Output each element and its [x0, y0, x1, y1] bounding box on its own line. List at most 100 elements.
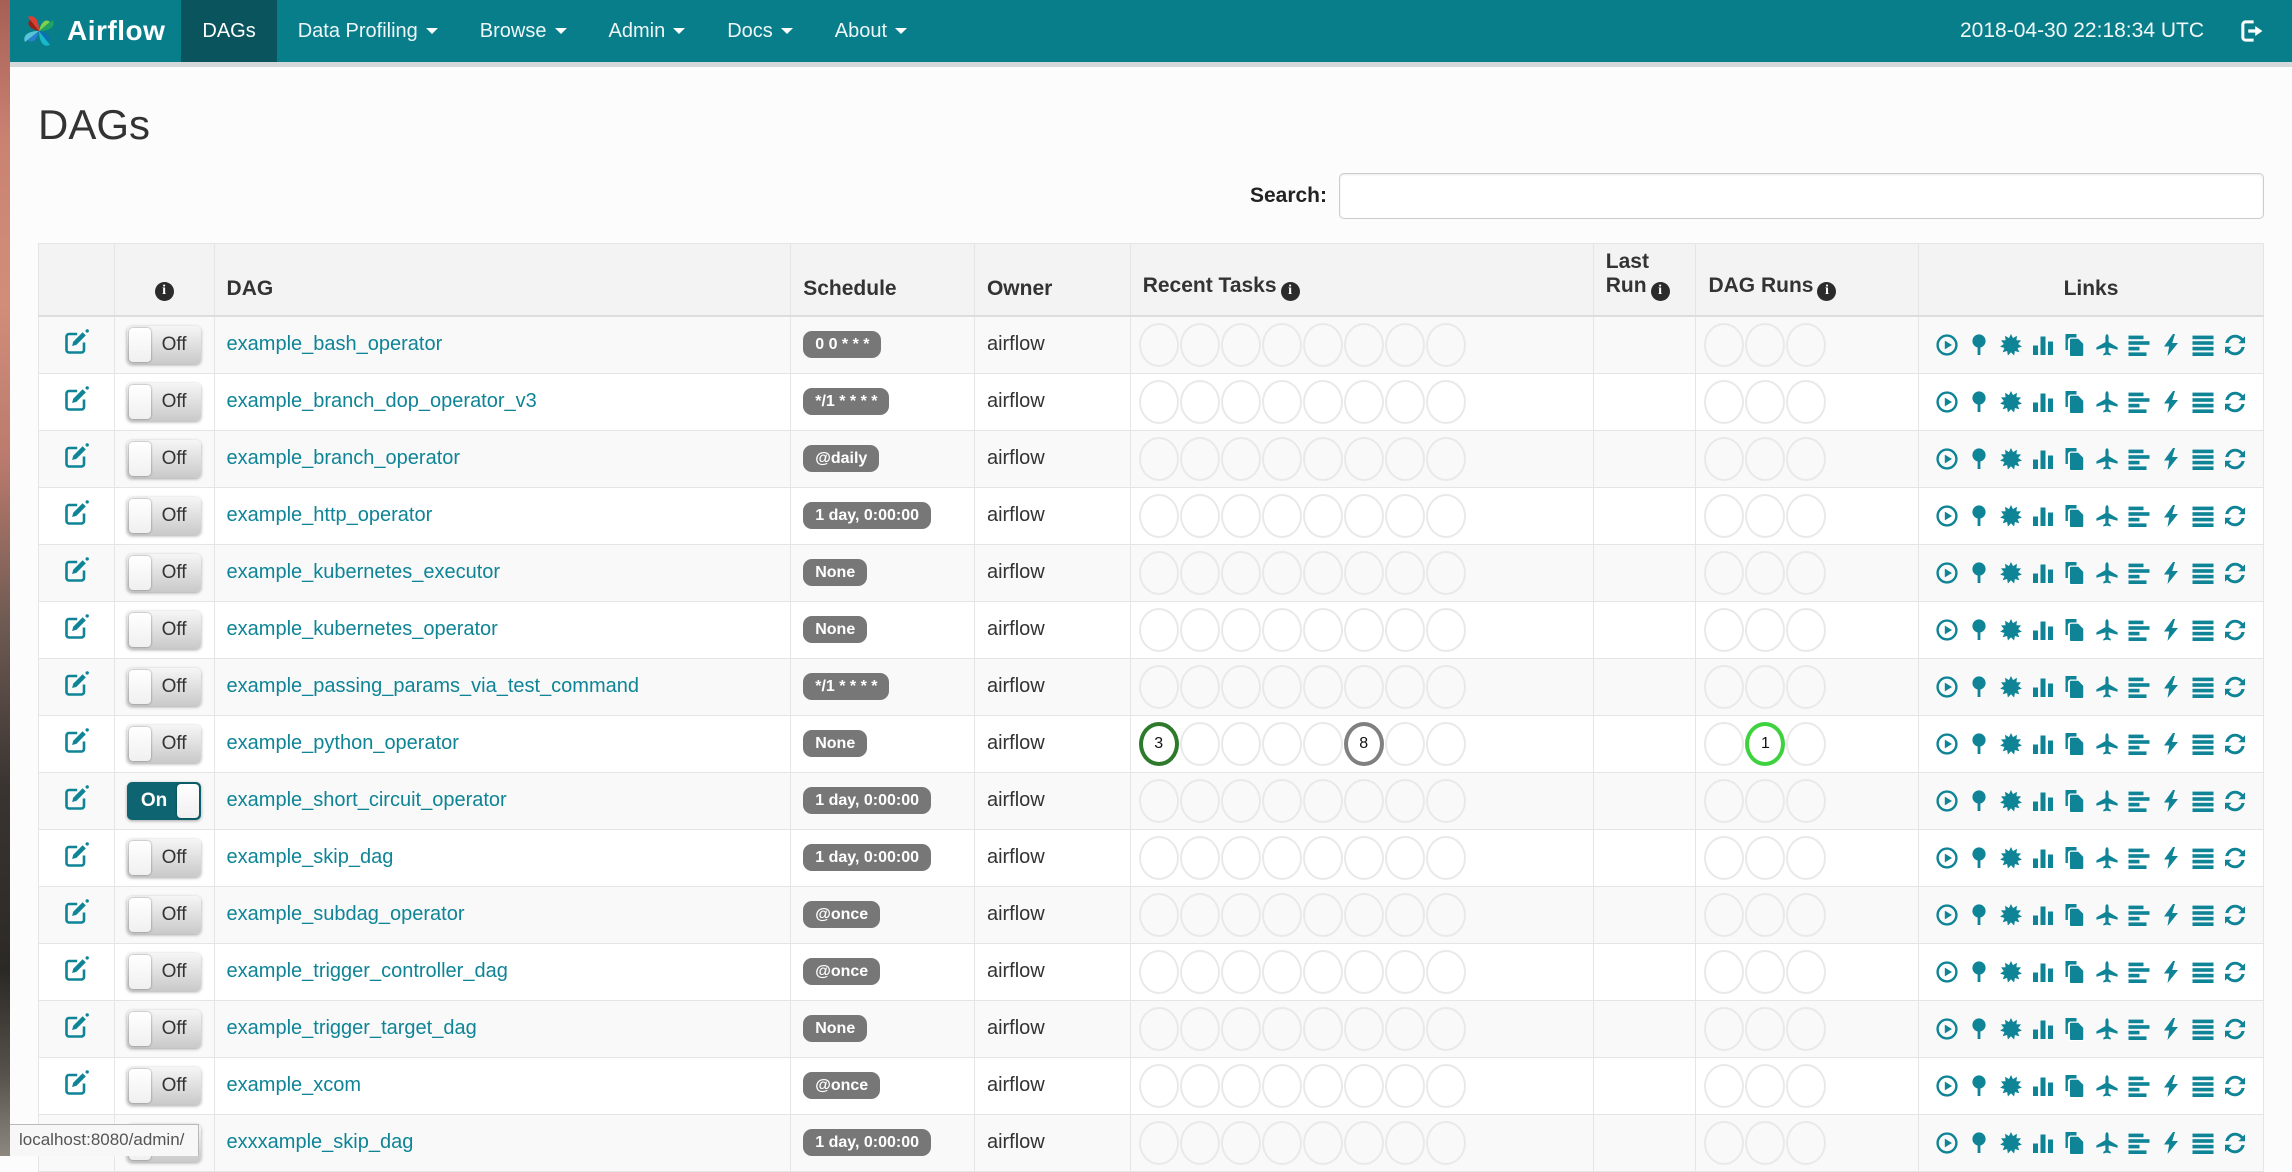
tree-view-icon[interactable] — [1967, 732, 1991, 756]
task-duration-icon[interactable] — [2031, 732, 2055, 756]
tree-view-icon[interactable] — [1967, 447, 1991, 471]
task-duration-icon[interactable] — [2031, 1074, 2055, 1098]
graph-view-icon[interactable] — [1999, 903, 2023, 927]
dag-pause-toggle[interactable]: Off — [127, 953, 201, 991]
graph-view-icon[interactable] — [1999, 333, 2023, 357]
task-duration-icon[interactable] — [2031, 447, 2055, 471]
dag-link[interactable]: example_python_operator — [227, 732, 459, 754]
gantt-icon[interactable] — [2127, 1074, 2151, 1098]
dag-pause-toggle[interactable]: Off — [127, 1010, 201, 1048]
dag-pause-toggle[interactable]: Off — [127, 497, 201, 535]
task-duration-icon[interactable] — [2031, 561, 2055, 585]
code-view-icon[interactable] — [2159, 846, 2183, 870]
logs-icon[interactable] — [2191, 846, 2215, 870]
code-view-icon[interactable] — [2159, 675, 2183, 699]
landing-times-icon[interactable] — [2095, 846, 2119, 870]
dag-run-circle[interactable]: 1 — [1745, 722, 1785, 766]
task-tries-icon[interactable] — [2063, 1017, 2087, 1041]
dag-link[interactable]: example_kubernetes_executor — [227, 561, 501, 583]
landing-times-icon[interactable] — [2095, 333, 2119, 357]
edit-dag-icon[interactable] — [63, 956, 89, 982]
logs-icon[interactable] — [2191, 447, 2215, 471]
landing-times-icon[interactable] — [2095, 1017, 2119, 1041]
edit-dag-icon[interactable] — [63, 386, 89, 412]
gantt-icon[interactable] — [2127, 504, 2151, 528]
task-duration-icon[interactable] — [2031, 618, 2055, 642]
task-tries-icon[interactable] — [2063, 903, 2087, 927]
tree-view-icon[interactable] — [1967, 561, 1991, 585]
trigger-dag-icon[interactable] — [1935, 960, 1959, 984]
landing-times-icon[interactable] — [2095, 1074, 2119, 1098]
tree-view-icon[interactable] — [1967, 675, 1991, 699]
landing-times-icon[interactable] — [2095, 1131, 2119, 1155]
graph-view-icon[interactable] — [1999, 561, 2023, 585]
task-duration-icon[interactable] — [2031, 1017, 2055, 1041]
gantt-icon[interactable] — [2127, 846, 2151, 870]
task-instance-circle[interactable]: 8 — [1344, 722, 1384, 766]
code-view-icon[interactable] — [2159, 561, 2183, 585]
task-tries-icon[interactable] — [2063, 333, 2087, 357]
nav-item-docs[interactable]: Docs — [706, 0, 814, 62]
refresh-icon[interactable] — [2223, 504, 2247, 528]
edit-dag-icon[interactable] — [63, 785, 89, 811]
refresh-icon[interactable] — [2223, 1131, 2247, 1155]
code-view-icon[interactable] — [2159, 447, 2183, 471]
landing-times-icon[interactable] — [2095, 618, 2119, 642]
trigger-dag-icon[interactable] — [1935, 1017, 1959, 1041]
landing-times-icon[interactable] — [2095, 732, 2119, 756]
dag-pause-toggle[interactable]: Off — [127, 383, 201, 421]
landing-times-icon[interactable] — [2095, 390, 2119, 414]
graph-view-icon[interactable] — [1999, 1074, 2023, 1098]
trigger-dag-icon[interactable] — [1935, 390, 1959, 414]
gantt-icon[interactable] — [2127, 447, 2151, 471]
trigger-dag-icon[interactable] — [1935, 789, 1959, 813]
dag-pause-toggle[interactable]: Off — [127, 440, 201, 478]
trigger-dag-icon[interactable] — [1935, 333, 1959, 357]
nav-item-dags[interactable]: DAGs — [181, 0, 276, 62]
dag-link[interactable]: example_xcom — [227, 1074, 362, 1096]
graph-view-icon[interactable] — [1999, 789, 2023, 813]
refresh-icon[interactable] — [2223, 618, 2247, 642]
task-tries-icon[interactable] — [2063, 789, 2087, 813]
dag-pause-toggle[interactable]: Off — [127, 611, 201, 649]
dag-pause-toggle[interactable]: Off — [127, 668, 201, 706]
dag-pause-toggle[interactable]: Off — [127, 725, 201, 763]
tree-view-icon[interactable] — [1967, 960, 1991, 984]
refresh-icon[interactable] — [2223, 333, 2247, 357]
trigger-dag-icon[interactable] — [1935, 618, 1959, 642]
nav-item-browse[interactable]: Browse — [459, 0, 588, 62]
refresh-icon[interactable] — [2223, 675, 2247, 699]
tree-view-icon[interactable] — [1967, 789, 1991, 813]
dag-link[interactable]: example_trigger_target_dag — [227, 1017, 477, 1039]
gantt-icon[interactable] — [2127, 333, 2151, 357]
tree-view-icon[interactable] — [1967, 333, 1991, 357]
dag-link[interactable]: example_bash_operator — [227, 333, 443, 355]
brand-home-link[interactable]: Airflow — [10, 0, 181, 62]
tree-view-icon[interactable] — [1967, 1131, 1991, 1155]
dag-link[interactable]: example_branch_operator — [227, 447, 461, 469]
dag-link[interactable]: exxxample_skip_dag — [227, 1131, 414, 1153]
code-view-icon[interactable] — [2159, 333, 2183, 357]
refresh-icon[interactable] — [2223, 732, 2247, 756]
task-duration-icon[interactable] — [2031, 333, 2055, 357]
gantt-icon[interactable] — [2127, 1017, 2151, 1041]
task-duration-icon[interactable] — [2031, 675, 2055, 699]
tree-view-icon[interactable] — [1967, 1017, 1991, 1041]
task-duration-icon[interactable] — [2031, 789, 2055, 813]
trigger-dag-icon[interactable] — [1935, 1074, 1959, 1098]
refresh-icon[interactable] — [2223, 1074, 2247, 1098]
edit-dag-icon[interactable] — [63, 671, 89, 697]
edit-dag-icon[interactable] — [63, 1070, 89, 1096]
edit-dag-icon[interactable] — [63, 842, 89, 868]
task-duration-icon[interactable] — [2031, 960, 2055, 984]
dag-pause-toggle[interactable]: Off — [127, 554, 201, 592]
edit-dag-icon[interactable] — [63, 728, 89, 754]
task-tries-icon[interactable] — [2063, 1131, 2087, 1155]
trigger-dag-icon[interactable] — [1935, 504, 1959, 528]
task-duration-icon[interactable] — [2031, 903, 2055, 927]
dag-pause-toggle[interactable]: Off — [127, 839, 201, 877]
edit-dag-icon[interactable] — [63, 1013, 89, 1039]
dag-pause-toggle[interactable]: Off — [127, 896, 201, 934]
landing-times-icon[interactable] — [2095, 789, 2119, 813]
refresh-icon[interactable] — [2223, 846, 2247, 870]
